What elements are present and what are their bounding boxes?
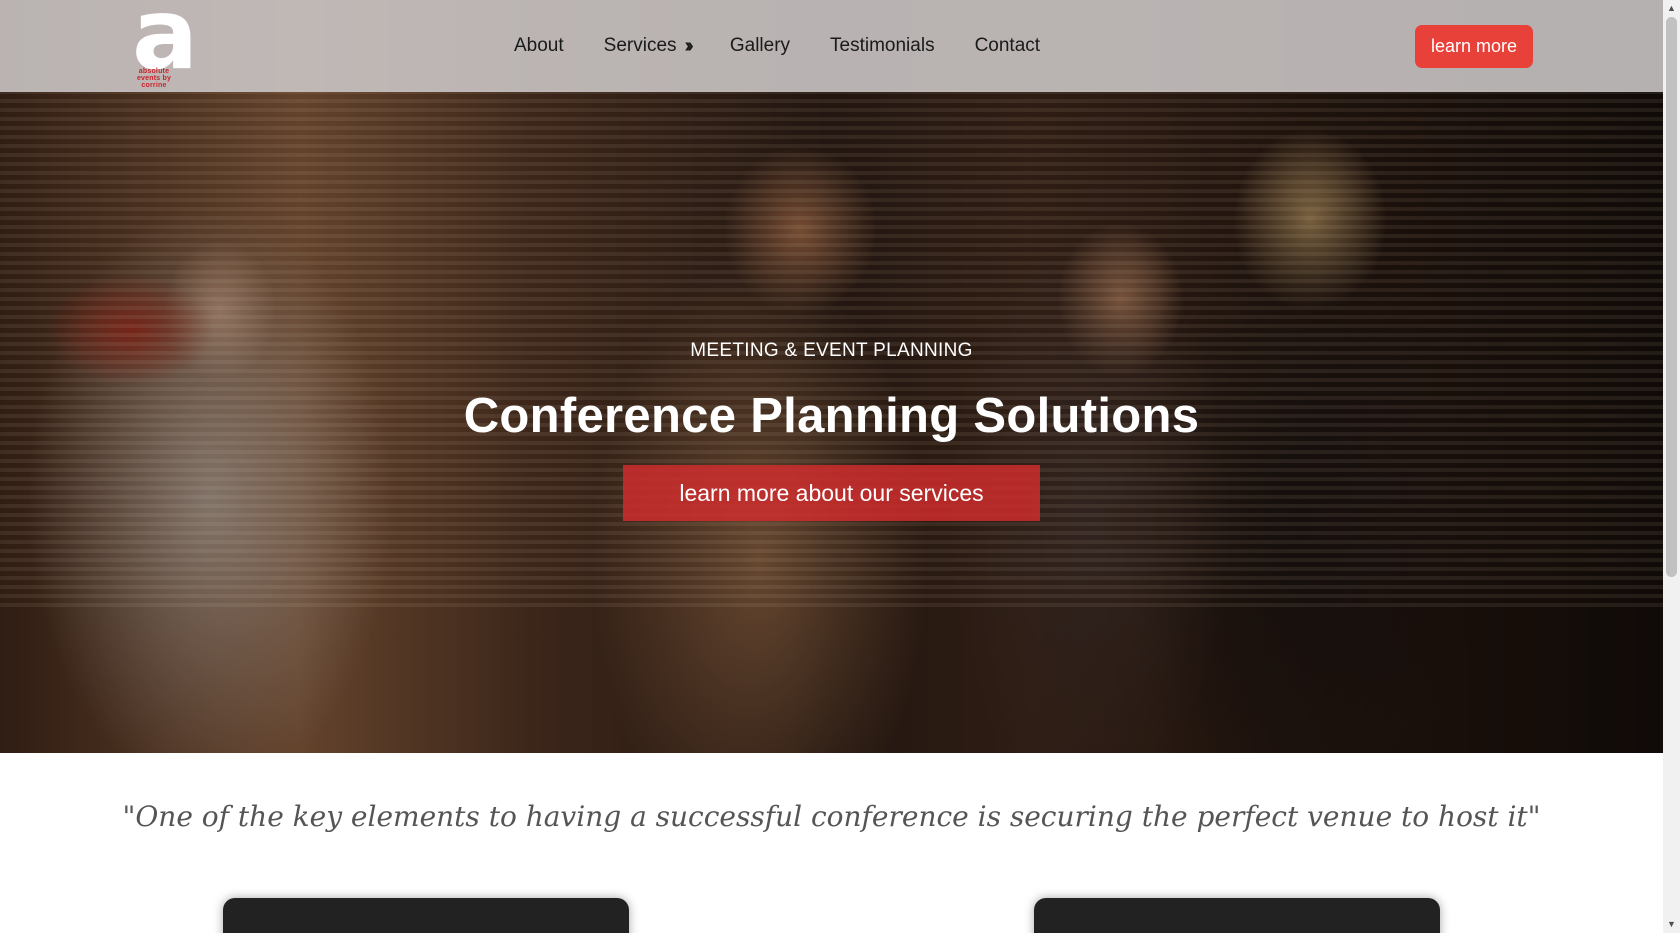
nav-item-contact[interactable]: Contact [975, 35, 1040, 57]
learn-more-button[interactable]: learn more [1415, 25, 1533, 68]
page: MEETING & EVENT PLANNING Conference Plan… [0, 0, 1663, 933]
nav-item-services[interactable]: Services ›› [603, 34, 695, 58]
logo[interactable]: a absolute events by corrine [128, 0, 212, 89]
hero-title: Conference Planning Solutions [463, 389, 1200, 443]
hero-section: MEETING & EVENT PLANNING Conference Plan… [0, 0, 1663, 753]
hero-overlay [0, 0, 1663, 753]
nav-item-label: About [514, 35, 564, 56]
nav-item-gallery[interactable]: Gallery [730, 35, 790, 57]
site-header: a absolute events by corrine About Servi… [0, 0, 1663, 92]
quote-text: "One of the key elements to having a suc… [122, 800, 1541, 833]
scroll-down-icon[interactable]: ▼ [1663, 916, 1680, 933]
double-chevron-right-icon: ›› [684, 34, 695, 57]
logo-text: absolute events by corrine [136, 68, 172, 89]
hero-eyebrow: MEETING & EVENT PLANNING [690, 340, 973, 361]
nav-item-about[interactable]: About [514, 35, 564, 57]
scrollbar-thumb[interactable] [1666, 17, 1677, 577]
nav-item-label: Services [603, 35, 677, 56]
vertical-scrollbar[interactable]: ▲ ▼ [1663, 0, 1680, 933]
main-nav: About Services ›› Gallery Testimonials C… [514, 0, 1080, 92]
nav-item-label: Gallery [729, 35, 791, 56]
nav-item-label: Contact [974, 35, 1041, 56]
nav-item-testimonials[interactable]: Testimonials [830, 35, 935, 57]
scroll-up-icon[interactable]: ▲ [1663, 0, 1680, 17]
learn-more-services-button[interactable]: learn more about our services [623, 465, 1040, 521]
service-card[interactable] [1034, 898, 1440, 933]
service-card[interactable] [223, 898, 629, 933]
nav-item-label: Testimonials [830, 35, 935, 56]
